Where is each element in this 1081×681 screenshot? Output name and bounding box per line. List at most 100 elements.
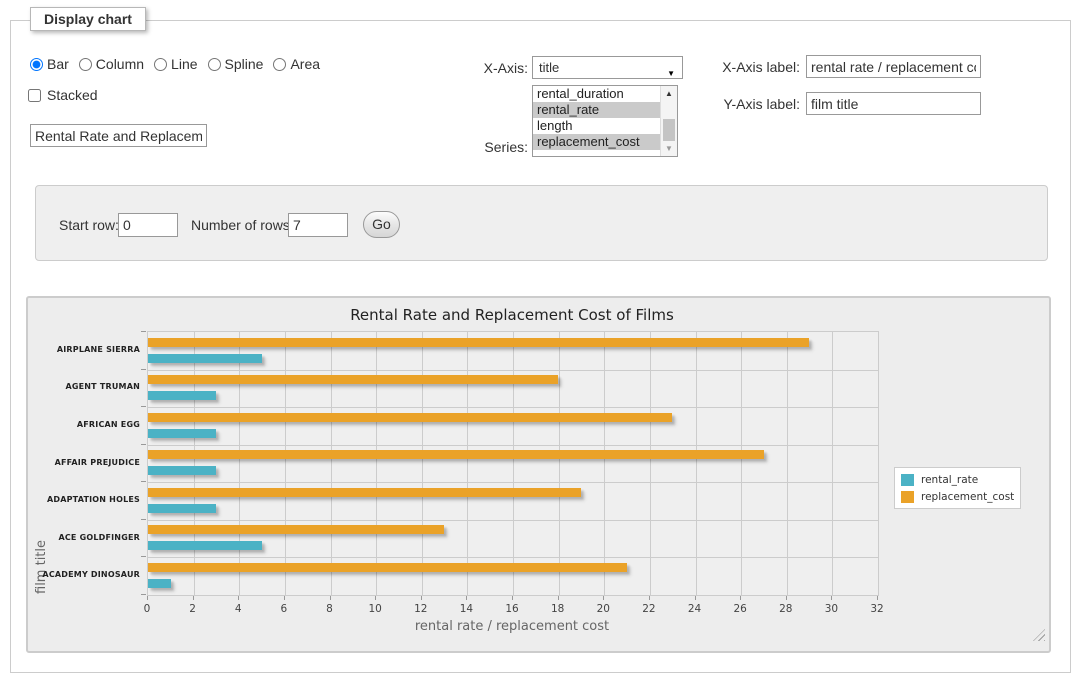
axis-tick [141, 369, 146, 370]
x-tick-label: 16 [497, 603, 527, 615]
bar-rental_rate [148, 541, 262, 550]
start-row-input[interactable] [118, 213, 178, 237]
axis-tick [740, 596, 741, 600]
x-axis-select-value: title [539, 60, 559, 75]
bar-rental_rate [148, 466, 216, 475]
legend-item: replacement_cost [901, 488, 1014, 505]
legend-swatch [901, 491, 914, 503]
row-controls-panel: Start row: Number of rows: Go [35, 185, 1048, 261]
stacked-checkbox[interactable] [28, 89, 41, 102]
resize-handle-icon[interactable] [1033, 629, 1045, 641]
category-label: ACADEMY DINOSAUR [30, 570, 140, 580]
gridline [148, 557, 878, 558]
chart-title-input[interactable] [30, 124, 207, 147]
x-axis-select[interactable]: title ▼ [532, 56, 683, 79]
axis-tick [649, 596, 650, 600]
scroll-down-icon[interactable]: ▼ [661, 141, 677, 156]
fieldset-legend: Display chart [30, 7, 146, 31]
chart-type-label: Column [96, 56, 144, 72]
legend-label: rental_rate [921, 474, 978, 486]
chart-type-option-column[interactable]: Column [79, 56, 144, 72]
chart-legend: rental_rate replacement_cost [894, 467, 1021, 509]
bar-rental_rate [148, 429, 216, 438]
gridline [559, 332, 560, 595]
gridline [422, 332, 423, 595]
axis-tick [141, 406, 146, 407]
x-tick-label: 6 [269, 603, 299, 615]
bar-replacement_cost [148, 450, 764, 459]
chart-type-radio-line[interactable] [154, 58, 167, 71]
chart-type-option-line[interactable]: Line [154, 56, 197, 72]
legend-item: rental_rate [901, 471, 1014, 488]
scrollbar[interactable]: ▲ ▼ [660, 86, 677, 156]
axis-tick [695, 596, 696, 600]
axis-tick [141, 331, 146, 332]
series-option-rental_duration[interactable]: rental_duration [533, 86, 661, 102]
axis-tick [421, 596, 422, 600]
bar-rental_rate [148, 391, 216, 400]
axis-tick [375, 596, 376, 600]
series-option-length[interactable]: length [533, 118, 661, 134]
chart-type-radio-column[interactable] [79, 58, 92, 71]
chart-type-option-spline[interactable]: Spline [208, 56, 264, 72]
chart-type-radio-spline[interactable] [208, 58, 221, 71]
series-options: rental_durationrental_ratelengthreplacem… [533, 86, 677, 150]
start-row-label: Start row: [59, 217, 119, 233]
gridline [148, 482, 878, 483]
go-button[interactable]: Go [363, 211, 400, 238]
axis-tick [238, 596, 239, 600]
stacked-label: Stacked [47, 87, 98, 103]
chart-type-radio-area[interactable] [273, 58, 286, 71]
axis-tick [141, 556, 146, 557]
gridline [148, 407, 878, 408]
gridline [604, 332, 605, 595]
x-tick-label: 12 [406, 603, 436, 615]
category-label: ADAPTATION HOLES [30, 495, 140, 505]
series-listbox[interactable]: rental_durationrental_ratelengthreplacem… [532, 85, 678, 157]
x-tick-label: 4 [223, 603, 253, 615]
bar-rental_rate [148, 579, 171, 588]
x-tick-label: 18 [543, 603, 573, 615]
gridline [331, 332, 332, 595]
bar-replacement_cost [148, 488, 581, 497]
x-tick-label: 22 [634, 603, 664, 615]
gridline [696, 332, 697, 595]
gridline [194, 332, 195, 595]
chart-type-radio-bar[interactable] [30, 58, 43, 71]
chart-type-group: Bar Column Line Spline Area [30, 56, 330, 72]
y-axis-label-input[interactable] [806, 92, 981, 115]
series-option-replacement_cost[interactable]: replacement_cost [533, 134, 661, 150]
series-option-rental_rate[interactable]: rental_rate [533, 102, 661, 118]
axis-tick [466, 596, 467, 600]
x-tick-label: 24 [680, 603, 710, 615]
x-tick-label: 10 [360, 603, 390, 615]
x-axis-select-label: X-Axis: [440, 60, 528, 76]
gridline [513, 332, 514, 595]
axis-tick [193, 596, 194, 600]
axis-tick [558, 596, 559, 600]
axis-tick [141, 444, 146, 445]
category-label: AFFAIR PREJUDICE [30, 458, 140, 468]
num-rows-input[interactable] [288, 213, 348, 237]
x-axis-label-input[interactable] [806, 55, 981, 78]
axis-tick [831, 596, 832, 600]
gridline [467, 332, 468, 595]
axis-tick [284, 596, 285, 600]
scrollbar-thumb[interactable] [663, 119, 675, 141]
x-tick-label: 0 [132, 603, 162, 615]
gridline [285, 332, 286, 595]
x-tick-label: 14 [451, 603, 481, 615]
gridline [650, 332, 651, 595]
category-label: ACE GOLDFINGER [30, 533, 140, 543]
x-tick-label: 2 [178, 603, 208, 615]
bar-replacement_cost [148, 413, 672, 422]
axis-tick [330, 596, 331, 600]
chart-type-option-bar[interactable]: Bar [30, 56, 69, 72]
bar-replacement_cost [148, 375, 558, 384]
gridline [239, 332, 240, 595]
axis-tick [786, 596, 787, 600]
gridline [787, 332, 788, 595]
scroll-up-icon[interactable]: ▲ [661, 86, 677, 101]
chart-type-option-area[interactable]: Area [273, 56, 320, 72]
stacked-option[interactable]: Stacked [28, 87, 98, 103]
